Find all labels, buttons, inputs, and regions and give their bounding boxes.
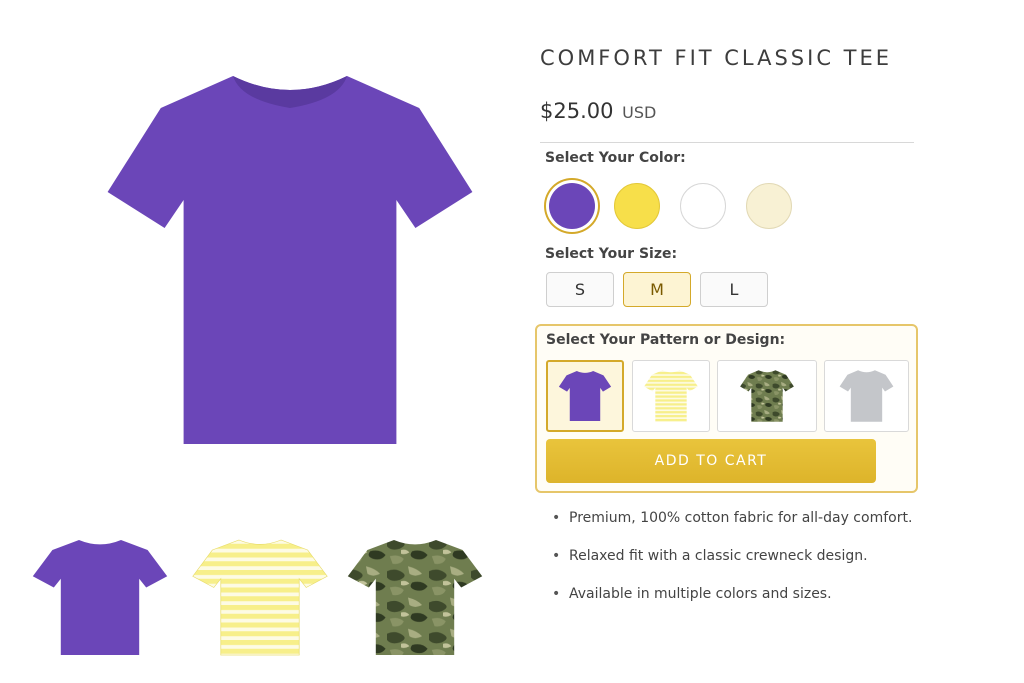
feature-item: • Premium, 100% cotton fabric for all-day… (552, 510, 913, 526)
feature-item: • Relaxed fit with a classic crewneck des… (552, 548, 868, 564)
pattern-panel: Select Your Pattern or Design: ADD TO CA… (535, 324, 918, 493)
pattern-option-solid-purple[interactable] (546, 360, 624, 432)
pattern-option-heather-gray[interactable] (824, 360, 909, 432)
bullet-icon: • (552, 586, 561, 602)
tshirt-camo-icon (740, 370, 794, 422)
price-currency: USD (622, 103, 657, 122)
color-swatch-purple[interactable] (549, 183, 595, 229)
size-button-l[interactable]: L (700, 272, 768, 307)
size-button-s[interactable]: S (546, 272, 614, 307)
tshirt-purple-icon (558, 370, 612, 422)
feature-item: • Available in multiple colors and sizes. (552, 586, 832, 602)
color-swatch-yellow[interactable] (614, 183, 660, 229)
tshirt-purple-icon (32, 540, 168, 655)
product-title: COMFORT FIT CLASSIC TEE (540, 46, 893, 70)
pattern-label: Select Your Pattern or Design: (546, 332, 786, 348)
bullet-icon: • (552, 510, 561, 526)
size-button-m[interactable]: M (623, 272, 691, 307)
thumbnail-gallery (30, 535, 490, 660)
product-main-image (100, 60, 480, 460)
bullet-icon: • (552, 548, 561, 564)
tshirt-stripes-icon (644, 370, 698, 422)
color-swatch-cream[interactable] (746, 183, 792, 229)
product-price: $25.00 USD (540, 99, 656, 123)
thumbnail-purple[interactable] (30, 535, 170, 660)
size-label: Select Your Size: (545, 246, 678, 262)
tshirt-camo-icon (347, 540, 483, 655)
price-amount: $25.00 (540, 99, 614, 123)
color-label: Select Your Color: (545, 150, 686, 166)
divider (540, 142, 914, 143)
tshirt-gray-icon (839, 370, 894, 422)
thumbnail-camo[interactable] (345, 535, 485, 660)
pattern-option-yellow-stripes[interactable] (632, 360, 710, 432)
tshirt-purple-icon (107, 76, 473, 444)
tshirt-stripes-icon (192, 539, 328, 656)
feature-list: • Premium, 100% cotton fabric for all-day… (552, 510, 912, 624)
add-to-cart-button[interactable]: ADD TO CART (546, 439, 876, 483)
pattern-option-camo[interactable] (717, 360, 817, 432)
color-swatch-white[interactable] (680, 183, 726, 229)
thumbnail-yellow-stripes[interactable] (190, 535, 330, 660)
